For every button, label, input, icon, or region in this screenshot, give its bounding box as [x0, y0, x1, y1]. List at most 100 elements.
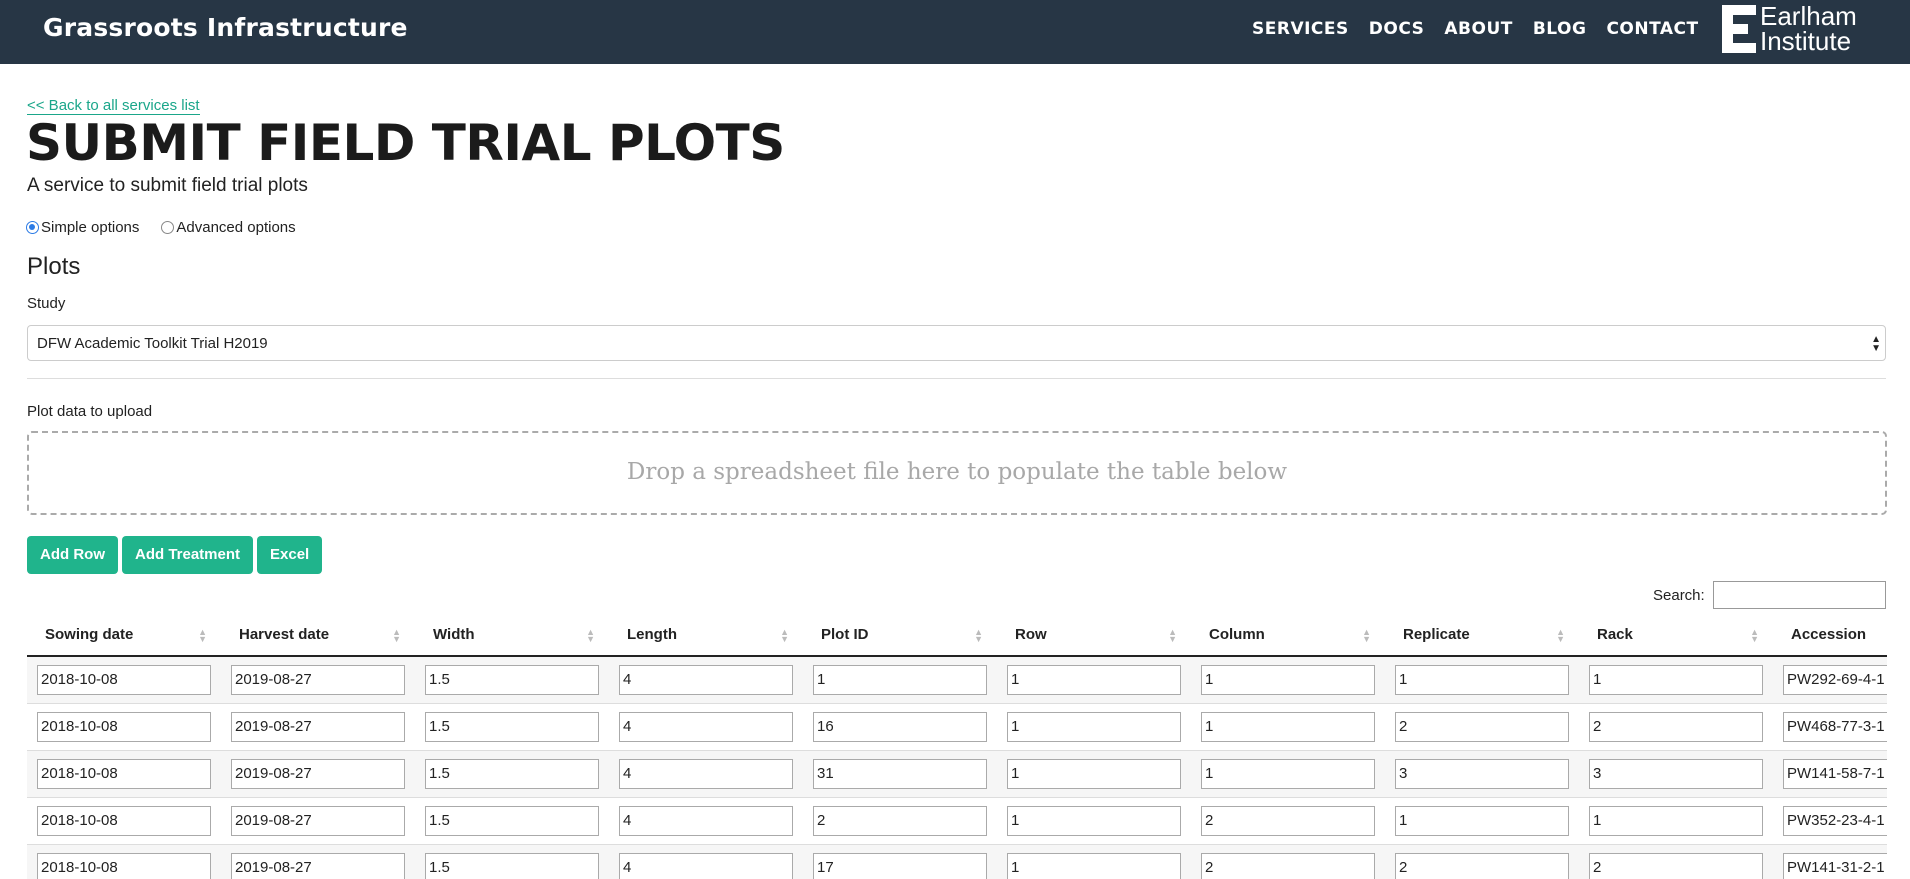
table-cell: 2018-10-08 [27, 844, 221, 879]
plot-id-input[interactable]: 1 [813, 664, 987, 695]
column-header-rack[interactable]: Rack ▲ ▼ [1579, 614, 1773, 657]
accession-input[interactable]: PW292-69-4-1 [1783, 664, 1887, 695]
table-cell: 2 [1191, 797, 1385, 845]
plot-id-input[interactable]: 31 [813, 758, 987, 789]
table-viewport: Sowing date ▲ ▼ Harvest date ▲ ▼ Width ▲ ▼ Len… [0, 0, 1887, 879]
replicate-input[interactable]: 2 [1395, 852, 1569, 879]
table-cell: 2 [1579, 844, 1773, 879]
table-header-row: Sowing date ▲ ▼ Harvest date ▲ ▼ Width ▲ ▼ Len… [27, 614, 1887, 657]
table-cell: 2 [1385, 703, 1579, 751]
table-cell: 2019-08-27 [221, 797, 415, 845]
table-cell: 2018-10-08 [27, 703, 221, 751]
sowing-date-input[interactable]: 2018-10-08 [37, 852, 211, 879]
column-header-sowing-date[interactable]: Sowing date ▲ ▼ [27, 614, 221, 657]
column-header-plot-id[interactable]: Plot ID ▲ ▼ [803, 614, 997, 657]
harvest-date-input[interactable]: 2019-08-27 [231, 758, 405, 789]
table-row: 2018-10-08 2019-08-27 1.5 4 1 1 1 1 1 PW292-69-4-… [27, 656, 1887, 704]
accession-input[interactable]: PW141-31-2-1 [1783, 852, 1887, 879]
sowing-date-input[interactable]: 2018-10-08 [37, 758, 211, 789]
table-cell: 2 [1385, 844, 1579, 879]
harvest-date-input[interactable]: 2019-08-27 [231, 664, 405, 695]
table-row: 2018-10-08 2019-08-27 1.5 4 16 1 1 2 2 PW468-77-3… [27, 703, 1887, 751]
width-input[interactable]: 1.5 [425, 758, 599, 789]
column-header-width[interactable]: Width ▲ ▼ [415, 614, 609, 657]
table-cell: 1 [997, 703, 1191, 751]
table-cell: 1 [997, 656, 1191, 704]
table-cell: 2 [1191, 844, 1385, 879]
rack-input[interactable]: 1 [1589, 664, 1763, 695]
harvest-date-input[interactable]: 2019-08-27 [231, 711, 405, 742]
column-header-replicate[interactable]: Replicate ▲ ▼ [1385, 614, 1579, 657]
replicate-input[interactable]: 3 [1395, 758, 1569, 789]
table-cell: PW292-69-4-1 [1773, 656, 1887, 704]
replicate-input[interactable]: 1 [1395, 805, 1569, 836]
sowing-date-input[interactable]: 2018-10-08 [37, 711, 211, 742]
table-cell: 2018-10-08 [27, 656, 221, 704]
width-input[interactable]: 1.5 [425, 805, 599, 836]
column-input[interactable]: 1 [1201, 758, 1375, 789]
plot-id-input[interactable]: 17 [813, 852, 987, 879]
row-input[interactable]: 1 [1007, 664, 1181, 695]
column-header-accession[interactable]: Accession [1773, 614, 1887, 657]
column-input[interactable]: 2 [1201, 805, 1375, 836]
column-header-column[interactable]: Column ▲ ▼ [1191, 614, 1385, 657]
length-input[interactable]: 4 [619, 711, 793, 742]
rack-input[interactable]: 1 [1589, 805, 1763, 836]
length-input[interactable]: 4 [619, 852, 793, 879]
harvest-date-input[interactable]: 2019-08-27 [231, 852, 405, 879]
table-cell: 4 [609, 656, 803, 704]
plot-id-input[interactable]: 16 [813, 711, 987, 742]
length-input[interactable]: 4 [619, 805, 793, 836]
sowing-date-input[interactable]: 2018-10-08 [37, 664, 211, 695]
width-input[interactable]: 1.5 [425, 852, 599, 879]
plot-id-input[interactable]: 2 [813, 805, 987, 836]
sort-icon: ▲ ▼ [1556, 627, 1565, 644]
sort-icon: ▲ ▼ [974, 627, 983, 644]
table-cell: 4 [609, 844, 803, 879]
table-cell: 1.5 [415, 656, 609, 704]
table-cell: 1 [997, 750, 1191, 798]
table-row: 2018-10-08 2019-08-27 1.5 4 31 1 1 3 3 PW141-58-7… [27, 750, 1887, 798]
table-cell: PW141-31-2-1 [1773, 844, 1887, 879]
accession-input[interactable]: PW352-23-4-1 [1783, 805, 1887, 836]
length-input[interactable]: 4 [619, 664, 793, 695]
column-header-row[interactable]: Row ▲ ▼ [997, 614, 1191, 657]
table-cell: 2019-08-27 [221, 844, 415, 879]
row-input[interactable]: 1 [1007, 805, 1181, 836]
rack-input[interactable]: 3 [1589, 758, 1763, 789]
width-input[interactable]: 1.5 [425, 664, 599, 695]
table-row: 2018-10-08 2019-08-27 1.5 4 17 1 2 2 2 PW141-31-2… [27, 844, 1887, 879]
table-cell: 31 [803, 750, 997, 798]
table-cell: 1 [803, 656, 997, 704]
sowing-date-input[interactable]: 2018-10-08 [37, 805, 211, 836]
table-cell: 1 [1579, 797, 1773, 845]
replicate-input[interactable]: 1 [1395, 664, 1569, 695]
column-input[interactable]: 2 [1201, 852, 1375, 879]
table-cell: 1 [1385, 656, 1579, 704]
column-header-length[interactable]: Length ▲ ▼ [609, 614, 803, 657]
table-cell: PW141-58-7-1 [1773, 750, 1887, 798]
plots-table: Sowing date ▲ ▼ Harvest date ▲ ▼ Width ▲ ▼ Len… [27, 614, 1887, 879]
column-header-harvest-date[interactable]: Harvest date ▲ ▼ [221, 614, 415, 657]
column-input[interactable]: 1 [1201, 664, 1375, 695]
length-input[interactable]: 4 [619, 758, 793, 789]
rack-input[interactable]: 2 [1589, 711, 1763, 742]
harvest-date-input[interactable]: 2019-08-27 [231, 805, 405, 836]
table-row: 2018-10-08 2019-08-27 1.5 4 2 1 2 1 1 PW352-23-4-… [27, 797, 1887, 845]
table-cell: 2 [1579, 703, 1773, 751]
row-input[interactable]: 1 [1007, 758, 1181, 789]
column-input[interactable]: 1 [1201, 711, 1375, 742]
table-cell: 1.5 [415, 797, 609, 845]
width-input[interactable]: 1.5 [425, 711, 599, 742]
sort-icon: ▲ ▼ [198, 627, 207, 644]
row-input[interactable]: 1 [1007, 711, 1181, 742]
sort-icon: ▲ ▼ [1750, 627, 1759, 644]
table-cell: 2019-08-27 [221, 656, 415, 704]
row-input[interactable]: 1 [1007, 852, 1181, 879]
table-cell: 2018-10-08 [27, 750, 221, 798]
table-cell: 1 [997, 797, 1191, 845]
rack-input[interactable]: 2 [1589, 852, 1763, 879]
replicate-input[interactable]: 2 [1395, 711, 1569, 742]
accession-input[interactable]: PW468-77-3-1 [1783, 711, 1887, 742]
accession-input[interactable]: PW141-58-7-1 [1783, 758, 1887, 789]
